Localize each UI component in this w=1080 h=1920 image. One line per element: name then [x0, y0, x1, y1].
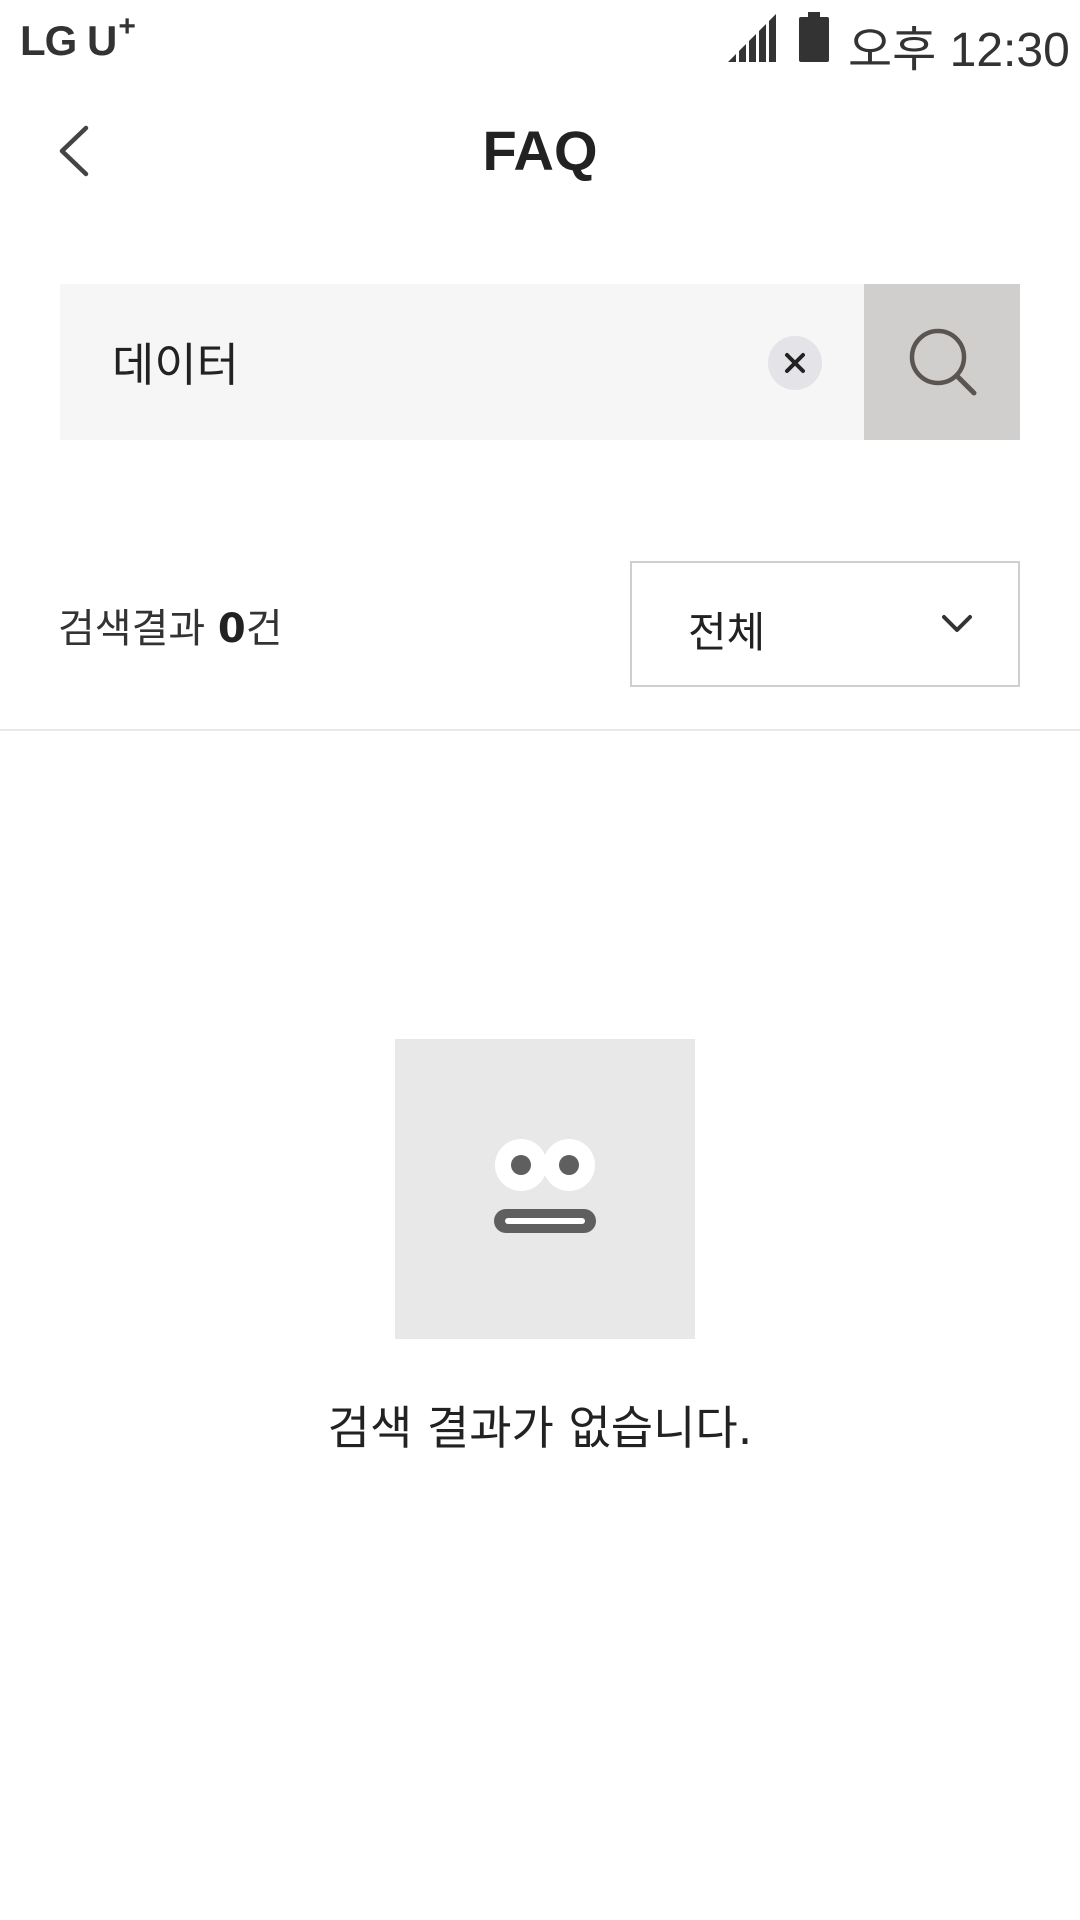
- carrier-plus: +: [118, 10, 136, 43]
- category-select-value: 전체: [688, 608, 766, 657]
- page-title: FAQ: [482, 119, 598, 182]
- search-icon: [909, 328, 977, 396]
- empty-state-message: 검색 결과가 없습니다.: [327, 1401, 753, 1455]
- result-count-number: 0: [217, 606, 246, 652]
- clear-search-button[interactable]: [768, 336, 822, 390]
- status-time: 오후 12:30: [848, 24, 1070, 77]
- divider: [0, 729, 1080, 731]
- search-box: [60, 284, 1020, 440]
- faq-page: LG U+ 오후 12:30 FAQ 데이터 검색결과 0건 전체 검색 결과가…: [0, 0, 1080, 1920]
- result-count-unit: 건: [245, 606, 283, 652]
- search-input[interactable]: [60, 284, 860, 440]
- close-icon: [785, 353, 805, 373]
- search-button[interactable]: [864, 284, 1020, 440]
- battery-icon: [799, 12, 829, 62]
- carrier-name: LG U: [20, 17, 117, 64]
- empty-state-illustration: [395, 1039, 695, 1339]
- result-count-label: 검색결과: [58, 606, 206, 652]
- status-bar: LG U+ 오후 12:30: [0, 0, 1080, 77]
- signal-icon: [728, 14, 776, 62]
- category-select[interactable]: 전체: [630, 561, 1020, 687]
- empty-face-icon: [494, 1139, 596, 1233]
- chevron-down-icon: [942, 615, 972, 632]
- header: FAQ: [0, 76, 1080, 224]
- carrier-logo: LG U+: [20, 10, 136, 65]
- result-count: 검색결과 0건: [58, 596, 283, 654]
